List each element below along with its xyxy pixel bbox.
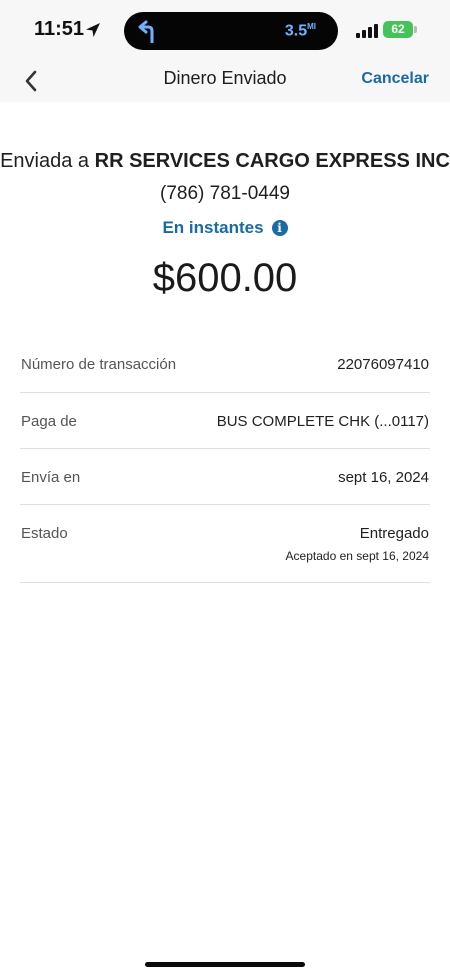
battery-cap: [414, 26, 417, 33]
turn-left-arrow-icon: [138, 20, 154, 43]
status-value: Entregado: [359, 525, 429, 542]
detail-row-transaction: Número de transacción 22076097410: [20, 336, 430, 393]
detail-row-send-on: Envía en sept 16, 2024: [20, 449, 430, 505]
send-on-value: sept 16, 2024: [338, 469, 429, 486]
recipient-phone: (786) 781-0449: [160, 183, 290, 204]
detail-row-status: Estado Entregado Aceptado en sept 16, 20…: [20, 505, 430, 583]
delivery-speed-label: En instantes: [162, 218, 264, 237]
location-arrow-icon: [86, 23, 100, 37]
send-on-label: Envía en: [21, 469, 81, 486]
amount-sent: $600.00: [152, 256, 298, 300]
navigation-distance: 3.5MI: [284, 22, 316, 40]
transaction-label: Número de transacción: [21, 356, 177, 373]
status-time: 11:51: [34, 18, 85, 40]
nav-bar: Dinero Enviado Cancelar: [0, 62, 450, 102]
sent-prefix: Enviada a: [0, 150, 90, 172]
status-accepted-date: Aceptado en sept 16, 2024: [285, 549, 429, 563]
recipient-name: RR SERVICES CARGO EXPRESS INC: [94, 150, 450, 172]
cellular-signal-icon: [356, 24, 378, 38]
dynamic-island[interactable]: 3.5MI: [124, 12, 338, 50]
recipient-line: Enviada a RR SERVICES CARGO EXPRESS INC: [0, 150, 450, 173]
battery-icon: 62: [383, 21, 413, 38]
detail-row-pay-from: Paga de BUS COMPLETE CHK (...0117): [20, 393, 430, 449]
pay-from-value: BUS COMPLETE CHK (...0117): [216, 413, 429, 430]
info-icon[interactable]: i: [271, 220, 288, 236]
home-indicator[interactable]: [145, 962, 305, 967]
cancel-button[interactable]: Cancelar: [361, 70, 429, 88]
transaction-value: 22076097410: [337, 356, 429, 373]
pay-from-label: Paga de: [21, 413, 77, 430]
status-bar: 11:51 3.5MI 62: [0, 0, 450, 62]
delivery-speed: En instantes i: [0, 218, 450, 238]
status-label: Estado: [21, 525, 68, 542]
